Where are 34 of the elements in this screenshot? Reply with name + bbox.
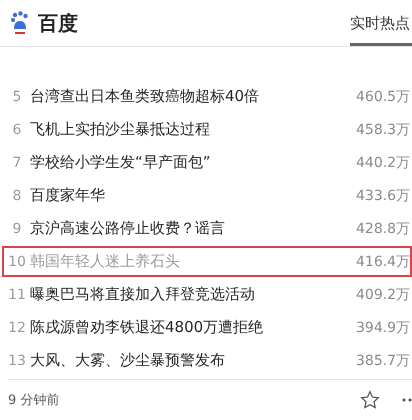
rank-number: 13: [7, 352, 27, 368]
heat-value: 440.2万: [356, 154, 410, 172]
heat-value: 385.7万: [356, 352, 410, 370]
heat-value: 428.8万: [356, 220, 410, 238]
star-icon[interactable]: [360, 390, 380, 410]
rank-number: 9: [12, 220, 22, 236]
rank-number: 11: [7, 286, 27, 302]
realtime-tab[interactable]: 实时热点: [350, 2, 412, 46]
topic-title: 曝奥巴马将直接加入拜登竞选活动: [30, 285, 256, 304]
topic-title: 陈戌源曾劝李铁退还4800万遭拒绝: [30, 318, 264, 337]
heat-value: 394.9万: [356, 318, 410, 336]
topic-title: 大风、大雾、沙尘暴预警发布: [30, 351, 226, 370]
rank-number: 5: [12, 88, 22, 104]
more-icon[interactable]: [402, 398, 412, 402]
topic-title: 飞机上实拍沙尘暴抵达过程: [30, 120, 211, 139]
topic-title: 台湾查出日本鱼类致癌物超标40倍: [30, 87, 260, 106]
topic-title: 韩国年轻人迷上养石头: [30, 252, 181, 271]
topic-title: 学校给小学生发“早产面包”: [30, 153, 212, 172]
heat-value: 416.4万: [356, 252, 410, 270]
heat-value: 458.3万: [356, 120, 410, 138]
rank-number: 7: [12, 154, 22, 170]
heat-value: 409.2万: [356, 286, 410, 304]
selected-list-row[interactable]: 10 韩国年轻人迷上养石头 416.4万: [2, 246, 412, 277]
update-time: 9 分钟前: [8, 392, 60, 409]
app-title: 百度: [38, 10, 79, 36]
paw-logo-icon: [10, 11, 30, 35]
topic-title: 京沪高速公路停止收费？谣言: [30, 219, 226, 238]
heat-value: 460.5万: [356, 88, 410, 106]
heat-value: 433.6万: [356, 186, 410, 204]
rank-number: 8: [12, 188, 22, 204]
rank-number: 6: [12, 122, 22, 138]
rank-number: 12: [7, 320, 27, 336]
rank-number: 10: [7, 254, 27, 270]
topic-title: 百度家年华: [30, 186, 106, 205]
